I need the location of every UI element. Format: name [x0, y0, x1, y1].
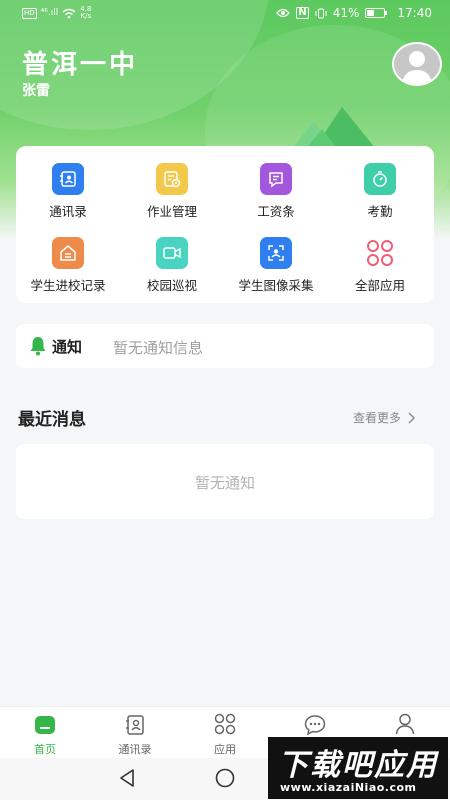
app-all[interactable]: 全部应用: [328, 220, 432, 294]
signal-icon: ⁴⁶.ıll: [40, 8, 59, 18]
home-button-icon[interactable]: [214, 767, 236, 789]
vibrate-icon: [315, 8, 327, 18]
battery-icon: [365, 8, 388, 18]
empty-message: 暂无通知: [194, 474, 255, 492]
view-more-label: 查看更多: [353, 411, 402, 425]
video-icon: [156, 237, 188, 269]
app-label: 校园巡视: [146, 278, 197, 293]
eye-icon: [276, 8, 291, 18]
tab-label: 通讯录: [118, 743, 152, 756]
app-payslip[interactable]: 工资条: [224, 146, 328, 220]
status-bar: HD ⁴⁶.ıll 4.8 K/s N 41% 17:40: [0, 0, 450, 28]
clock: 17:40: [397, 6, 432, 20]
app-label: 考勤: [367, 204, 393, 219]
recent-messages-title: 最近消息: [18, 410, 86, 430]
profile-icon: [395, 713, 415, 735]
hd-badge: HD: [22, 7, 37, 19]
watermark-url: www.xiazaiNiao.com: [280, 781, 417, 794]
all-apps-icon: [364, 237, 396, 269]
avatar[interactable]: [392, 42, 442, 86]
app-contacts[interactable]: 通讯录: [16, 146, 120, 220]
mountain-illustration: [292, 107, 376, 149]
app-attendance[interactable]: 考勤: [328, 146, 432, 220]
tab-home[interactable]: 首页: [0, 713, 90, 757]
payslip-icon: [260, 163, 292, 195]
app-label: 通讯录: [49, 204, 87, 219]
network-speed: 4.8 K/s: [80, 6, 91, 20]
recent-messages-card: 暂无通知: [16, 444, 434, 519]
message-icon: [304, 715, 326, 735]
notice-bar[interactable]: 通知 暂无通知信息: [16, 324, 434, 368]
apps-grid: 通讯录 作业管理 工资条 考勤 学生进校记录 校园巡视 学生图像采集 全部应用: [16, 146, 434, 303]
nfc-icon: N: [296, 7, 309, 19]
bell-icon: [30, 337, 46, 356]
view-more-link[interactable]: 查看更多: [353, 409, 416, 426]
app-label: 全部应用: [354, 278, 405, 293]
watermark-title: 下载吧应用: [278, 748, 438, 783]
app-patrol[interactable]: 校园巡视: [120, 220, 224, 294]
speed-unit: K/s: [80, 12, 92, 20]
app-entry-records[interactable]: 学生进校记录: [16, 220, 120, 294]
app-label: 作业管理: [146, 204, 197, 219]
face-capture-icon: [260, 237, 292, 269]
app-label: 工资条: [257, 204, 295, 219]
contacts-icon: [52, 163, 84, 195]
person-icon: [402, 51, 432, 84]
school-name: 普洱一中: [22, 50, 139, 80]
watermark: 下载吧应用 www.xiazaiNiao.com: [268, 737, 448, 799]
tab-label: 应用: [214, 743, 236, 756]
user-name: 张雷: [22, 83, 50, 99]
contacts-icon: [126, 715, 144, 735]
notice-title: 通知: [52, 338, 83, 356]
wifi-icon: [62, 8, 76, 18]
homework-icon: [156, 163, 188, 195]
home-icon: [35, 716, 55, 734]
apps-icon: [214, 713, 236, 735]
chevron-right-icon: [408, 412, 416, 423]
app-label: 学生进校记录: [30, 278, 106, 293]
tab-contacts[interactable]: 通讯录: [90, 713, 180, 757]
stopwatch-icon: [364, 163, 396, 195]
back-icon[interactable]: [118, 768, 138, 788]
app-label: 学生图像采集: [238, 278, 314, 293]
battery-percent: 41%: [332, 6, 360, 20]
entry-record-icon: [52, 237, 84, 269]
tab-label: 首页: [34, 743, 56, 756]
app-homework[interactable]: 作业管理: [120, 146, 224, 220]
tab-apps[interactable]: 应用: [180, 713, 270, 757]
app-face-capture[interactable]: 学生图像采集: [224, 220, 328, 294]
notice-message: 暂无通知信息: [113, 339, 204, 357]
